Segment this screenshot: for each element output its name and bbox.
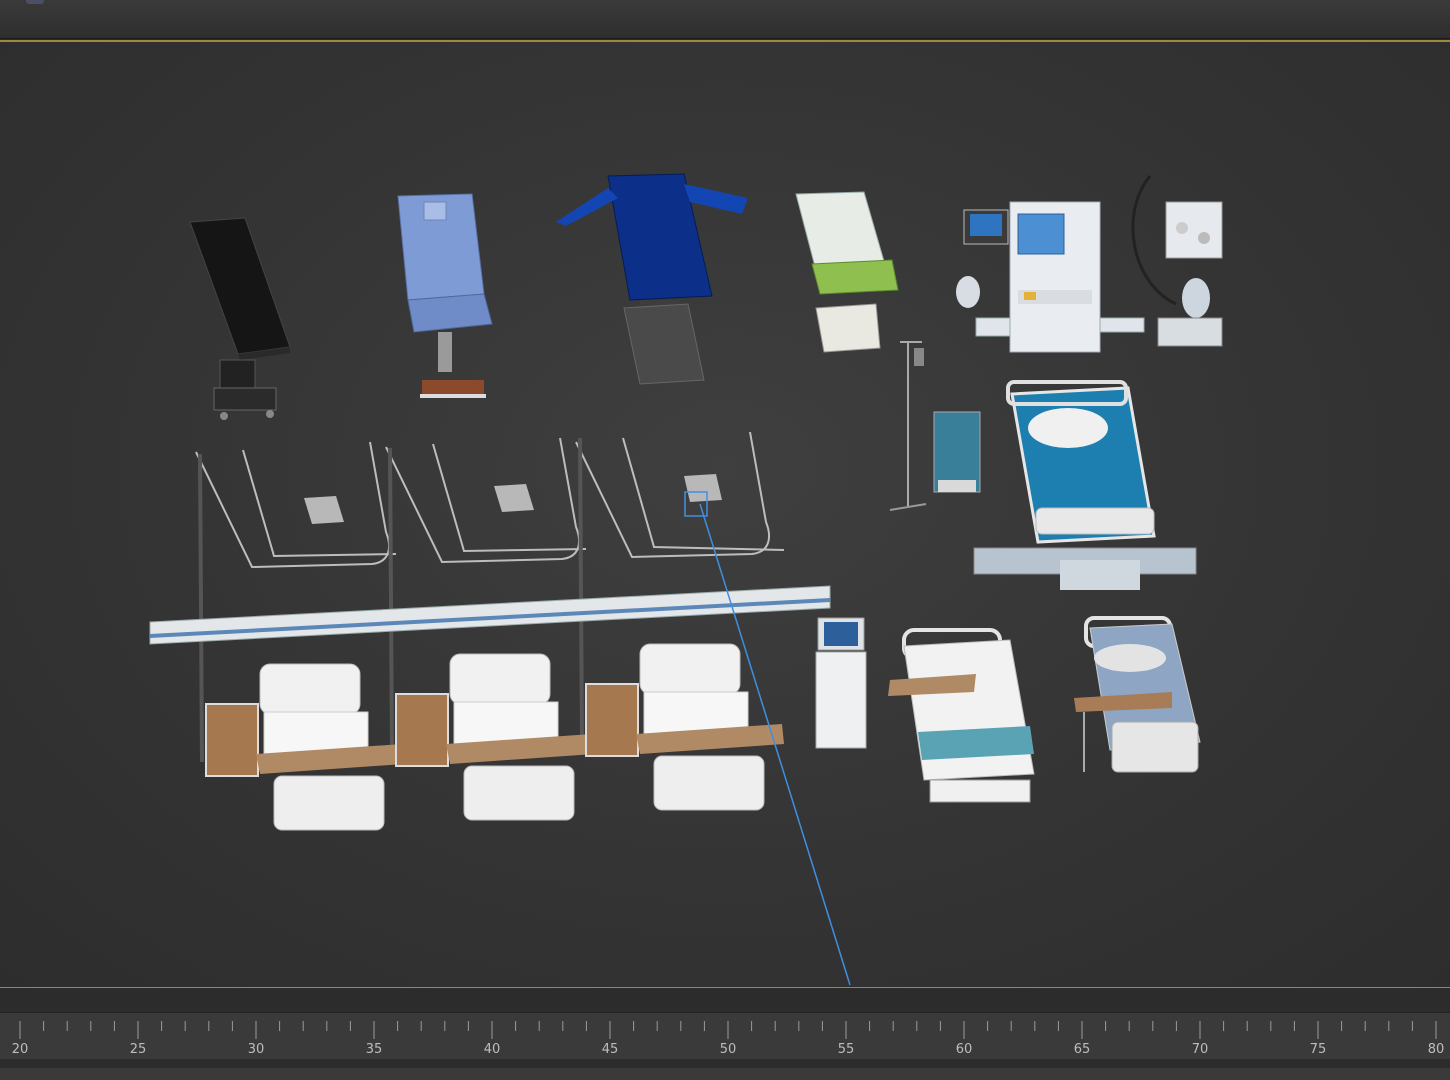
timeline-tick-label: 70	[1192, 1042, 1209, 1057]
bedside-cabinet-blue[interactable]	[933, 411, 981, 493]
gynecological-chair-blue[interactable]	[397, 193, 493, 398]
toolbar-icon[interactable]	[26, 0, 44, 4]
suction-unit[interactable]	[1131, 175, 1223, 347]
timeline-tick-label: 25	[130, 1042, 147, 1057]
status-strip	[0, 1068, 1450, 1080]
timeline-tick-label: 65	[1074, 1042, 1091, 1057]
hospital-bed-grey[interactable]	[1074, 616, 1201, 773]
time-slider[interactable]: 20 25 30 35 40 45 50 55 60 65 70 75 80	[0, 988, 1450, 1080]
timeline-tick-label: 60	[956, 1042, 973, 1057]
anesthesia-machine[interactable]	[956, 201, 1145, 353]
operating-table-black[interactable]	[189, 217, 291, 420]
ward-bed-3[interactable]	[585, 643, 784, 811]
scene-canvas[interactable]	[0, 42, 1450, 987]
perspective-viewport[interactable]	[0, 40, 1450, 989]
timeline-ruler[interactable]: 20 25 30 35 40 45 50 55 60 65 70 75 80	[0, 1013, 1450, 1059]
timeline-tick-label: 50	[720, 1042, 737, 1057]
iv-stand[interactable]	[889, 341, 927, 511]
viewport-toolbar	[0, 0, 1450, 39]
timeline-tick-label: 80	[1428, 1042, 1445, 1057]
ward-bed-2[interactable]	[395, 653, 594, 821]
ultrasound-machine[interactable]	[815, 617, 867, 749]
track-bar[interactable]: 20 25 30 35 40 45 50 55 60 65 70 75 80	[0, 1012, 1450, 1059]
ward-bed-1[interactable]	[205, 663, 404, 831]
surgical-table-dark-blue[interactable]	[556, 173, 748, 385]
timeline-tick-label: 30	[248, 1042, 265, 1057]
hospital-bed-teal[interactable]	[888, 628, 1035, 803]
timeline-tick-label: 20	[12, 1042, 29, 1057]
timeline-tick-label: 55	[838, 1042, 855, 1057]
timeline-tick-label: 35	[366, 1042, 383, 1057]
delivery-bed-green[interactable]	[795, 191, 899, 353]
icu-bed-blue[interactable]	[973, 380, 1197, 590]
timeline-tick-label: 45	[602, 1042, 619, 1057]
timeline-tick-label: 75	[1310, 1042, 1327, 1057]
timeline-tick-label: 40	[484, 1042, 501, 1057]
